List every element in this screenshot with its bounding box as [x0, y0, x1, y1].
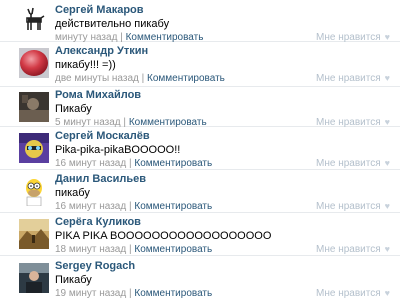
like-label: Мне нравится — [316, 117, 381, 128]
reply-link[interactable]: Комментировать — [134, 201, 212, 212]
purple-cartoon-avatar[interactable] — [19, 133, 49, 163]
like-label: Мне нравится — [316, 244, 381, 255]
like-label: Мне нравится — [316, 73, 381, 84]
comment-meta: 5 минут назад | Комментировать — [55, 117, 207, 128]
heart-icon: ♥ — [384, 201, 390, 211]
comment-meta: минуту назад | Комментировать — [55, 32, 203, 43]
heart-icon: ♥ — [384, 288, 390, 298]
comment-author[interactable]: Данил Васильев — [55, 173, 146, 185]
comment-text: пикабу — [55, 187, 90, 199]
heart-icon: ♥ — [384, 117, 390, 127]
landscape-photo-avatar[interactable] — [19, 219, 49, 249]
meta-separator: | — [123, 117, 127, 128]
dark-photo-avatar[interactable] — [19, 92, 49, 122]
like-label: Мне нравится — [316, 201, 381, 212]
reply-link[interactable]: Комментировать — [134, 288, 212, 298]
comment-author[interactable]: Александр Уткин — [55, 45, 148, 57]
comment-meta: две минуты назад | Комментировать — [55, 73, 225, 84]
like-label: Мне нравится — [316, 32, 381, 43]
comment-time[interactable]: 5 минут назад — [55, 117, 121, 128]
heart-icon: ♥ — [384, 158, 390, 168]
comment-time[interactable]: 19 минут назад — [55, 288, 126, 298]
like-button[interactable]: Мне нравится ♥ — [316, 201, 390, 212]
person-photo-avatar[interactable] — [19, 263, 49, 293]
heart-icon: ♥ — [384, 73, 390, 83]
comment-text: PIKA PIKA BOOOOOOOOOOOOOOOOOO — [55, 230, 272, 242]
homer-simpson-avatar[interactable] — [19, 176, 49, 206]
comment-author[interactable]: Сергей Макаров — [55, 4, 144, 16]
like-button[interactable]: Мне нравится ♥ — [316, 288, 390, 298]
comment-item: Александр Уткин пикабу!!! =)) две минуты… — [0, 45, 400, 87]
comment-meta: 18 минут назад | Комментировать — [55, 244, 212, 255]
comment-item: Серёга Куликов PIKA PIKA BOOOOOOOOOOOOOO… — [0, 216, 400, 256]
comment-time[interactable]: 16 минут назад — [55, 158, 126, 169]
red-balloon-avatar[interactable] — [19, 48, 49, 78]
reply-link[interactable]: Комментировать — [129, 117, 207, 128]
comment-text: пикабу!!! =)) — [55, 59, 116, 71]
comment-text: действительно пикабу — [55, 18, 170, 30]
like-button[interactable]: Мне нравится ♥ — [316, 73, 390, 84]
comment-time[interactable]: 16 минут назад — [55, 201, 126, 212]
comment-author[interactable]: Сергей Москалёв — [55, 130, 150, 142]
comment-text: Пикабу — [55, 103, 92, 115]
meta-separator: | — [128, 158, 132, 169]
meta-separator: | — [128, 288, 132, 298]
comment-item: Данил Васильев пикабу 16 минут назад | К… — [0, 173, 400, 213]
comment-meta: 16 минут назад | Комментировать — [55, 158, 212, 169]
reply-link[interactable]: Комментировать — [126, 32, 204, 43]
comment-item: Sergey Rogach Пикабу 19 минут назад | Ко… — [0, 260, 400, 298]
comment-item: Рома Михайлов Пикабу 5 минут назад | Ком… — [0, 89, 400, 128]
comment-author[interactable]: Рома Михайлов — [55, 89, 141, 101]
comment-item: Сергей Макаров действительно пикабу мину… — [0, 4, 400, 43]
comment-author[interactable]: Sergey Rogach — [55, 260, 135, 272]
comment-time[interactable]: минуту назад — [55, 32, 117, 43]
meta-separator: | — [141, 73, 145, 84]
comment-feed: Сергей Макаров действительно пикабу мину… — [0, 0, 400, 298]
comment-time[interactable]: две минуты назад — [55, 73, 139, 84]
comment-time[interactable]: 18 минут назад — [55, 244, 126, 255]
comment-meta: 19 минут назад | Комментировать — [55, 288, 212, 298]
comment-text: Pika-pika-pikaBOOOOO!! — [55, 144, 181, 156]
deer-drawing-avatar[interactable] — [19, 4, 49, 34]
heart-icon: ♥ — [384, 244, 390, 254]
like-button[interactable]: Мне нравится ♥ — [316, 32, 390, 43]
comment-author[interactable]: Серёга Куликов — [55, 216, 141, 228]
like-button[interactable]: Мне нравится ♥ — [316, 117, 390, 128]
meta-separator: | — [128, 201, 132, 212]
meta-separator: | — [128, 244, 132, 255]
like-button[interactable]: Мне нравится ♥ — [316, 244, 390, 255]
comment-text: Пикабу — [55, 274, 92, 286]
meta-separator: | — [120, 32, 123, 43]
like-label: Мне нравится — [316, 288, 381, 298]
reply-link[interactable]: Комментировать — [134, 158, 212, 169]
heart-icon: ♥ — [384, 32, 390, 42]
comment-item: Сергей Москалёв Pika-pika-pikaBOOOOO!! 1… — [0, 130, 400, 170]
reply-link[interactable]: Комментировать — [147, 73, 225, 84]
comment-meta: 16 минут назад | Комментировать — [55, 201, 212, 212]
reply-link[interactable]: Комментировать — [134, 244, 212, 255]
like-label: Мне нравится — [316, 158, 381, 169]
like-button[interactable]: Мне нравится ♥ — [316, 158, 390, 169]
